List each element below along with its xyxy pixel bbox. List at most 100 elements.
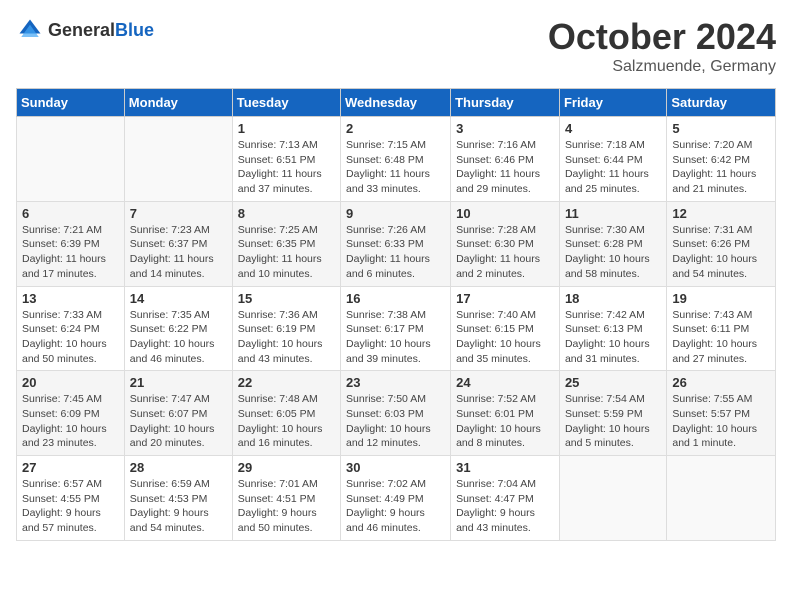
day-number: 9 — [346, 206, 445, 221]
month-title: October 2024 — [548, 16, 776, 58]
calendar-cell: 8 Sunrise: 7:25 AMSunset: 6:35 PMDaylight… — [232, 201, 340, 286]
day-number: 11 — [565, 206, 661, 221]
calendar-cell: 29 Sunrise: 7:01 AMSunset: 4:51 PMDayligh… — [232, 456, 340, 541]
header-day-tuesday: Tuesday — [232, 89, 340, 117]
day-number: 19 — [672, 291, 770, 306]
header-day-saturday: Saturday — [667, 89, 776, 117]
calendar-cell — [124, 117, 232, 202]
calendar-cell: 28Sunrise: 6:59 AMSunset: 4:53 PMDayligh… — [124, 456, 232, 541]
day-number: 10 — [456, 206, 554, 221]
calendar-cell: 15Sunrise: 7:36 AMSunset: 6:19 PMDayligh… — [232, 286, 340, 371]
day-info: Sunrise: 7:33 AMSunset: 6:24 PMDaylight:… — [22, 308, 119, 367]
location-title: Salzmuende, Germany — [548, 58, 776, 76]
day-number: 26 — [672, 375, 770, 390]
day-info: Sunrise: 7:16 AMSunset: 6:46 PMDaylight:… — [456, 138, 554, 197]
day-info: Sunrise: 7:28 AMSunset: 6:30 PMDaylight:… — [456, 223, 554, 282]
calendar-cell: 16 Sunrise: 7:38 AMSunset: 6:17 PMDayligh… — [341, 286, 451, 371]
day-info: Sunrise: 7:55 AMSunset: 5:57 PMDaylight:… — [672, 392, 770, 451]
day-info: Sunrise: 7:15 AMSunset: 6:48 PMDaylight:… — [346, 138, 445, 197]
day-number: 28 — [130, 460, 227, 475]
day-info: Sunrise: 7:25 AMSunset: 6:35 PMDaylight:… — [238, 223, 335, 282]
day-info: Sunrise: 7:31 AMSunset: 6:26 PMDaylight:… — [672, 223, 770, 282]
day-number: 14 — [130, 291, 227, 306]
day-info: Sunrise: 7:26 AMSunset: 6:33 PMDaylight:… — [346, 223, 445, 282]
day-number: 29 — [238, 460, 335, 475]
day-number: 18 — [565, 291, 661, 306]
day-info: Sunrise: 7:18 AMSunset: 6:44 PMDaylight:… — [565, 138, 661, 197]
calendar-cell: 27Sunrise: 6:57 AMSunset: 4:55 PMDayligh… — [17, 456, 125, 541]
header: GeneralBlue October 2024 Salzmuende, Ger… — [16, 16, 776, 76]
calendar-cell: 14 Sunrise: 7:35 AMSunset: 6:22 PMDayligh… — [124, 286, 232, 371]
header-day-friday: Friday — [559, 89, 666, 117]
day-info: Sunrise: 7:02 AMSunset: 4:49 PMDaylight:… — [346, 477, 445, 536]
day-info: Sunrise: 7:43 AMSunset: 6:11 PMDaylight:… — [672, 308, 770, 367]
calendar-cell: 3 Sunrise: 7:16 AMSunset: 6:46 PMDaylight… — [451, 117, 560, 202]
calendar-cell: 23Sunrise: 7:50 AMSunset: 6:03 PMDayligh… — [341, 371, 451, 456]
calendar-cell: 25 Sunrise: 7:54 AMSunset: 5:59 PMDayligh… — [559, 371, 666, 456]
calendar-cell: 19 Sunrise: 7:43 AMSunset: 6:11 PMDayligh… — [667, 286, 776, 371]
header-row: SundayMondayTuesdayWednesdayThursdayFrid… — [17, 89, 776, 117]
week-row-3: 13Sunrise: 7:33 AMSunset: 6:24 PMDayligh… — [17, 286, 776, 371]
calendar-cell: 13Sunrise: 7:33 AMSunset: 6:24 PMDayligh… — [17, 286, 125, 371]
header-day-wednesday: Wednesday — [341, 89, 451, 117]
calendar-cell: 18 Sunrise: 7:42 AMSunset: 6:13 PMDayligh… — [559, 286, 666, 371]
day-info: Sunrise: 7:45 AMSunset: 6:09 PMDaylight:… — [22, 392, 119, 451]
header-day-monday: Monday — [124, 89, 232, 117]
day-number: 31 — [456, 460, 554, 475]
calendar-cell: 2 Sunrise: 7:15 AMSunset: 6:48 PMDaylight… — [341, 117, 451, 202]
day-number: 23 — [346, 375, 445, 390]
day-number: 16 — [346, 291, 445, 306]
week-row-5: 27Sunrise: 6:57 AMSunset: 4:55 PMDayligh… — [17, 456, 776, 541]
week-row-1: 1Sunrise: 7:13 AMSunset: 6:51 PMDaylight… — [17, 117, 776, 202]
day-info: Sunrise: 7:38 AMSunset: 6:17 PMDaylight:… — [346, 308, 445, 367]
day-number: 4 — [565, 121, 661, 136]
day-info: Sunrise: 7:01 AMSunset: 4:51 PMDaylight:… — [238, 477, 335, 536]
calendar-cell: 17Sunrise: 7:40 AMSunset: 6:15 PMDayligh… — [451, 286, 560, 371]
calendar-cell: 6 Sunrise: 7:21 AMSunset: 6:39 PMDaylight… — [17, 201, 125, 286]
calendar-cell: 31 Sunrise: 7:04 AMSunset: 4:47 PMDayligh… — [451, 456, 560, 541]
day-info: Sunrise: 7:36 AMSunset: 6:19 PMDaylight:… — [238, 308, 335, 367]
calendar-cell: 21 Sunrise: 7:47 AMSunset: 6:07 PMDayligh… — [124, 371, 232, 456]
day-info: Sunrise: 7:04 AMSunset: 4:47 PMDaylight:… — [456, 477, 554, 536]
day-info: Sunrise: 7:52 AMSunset: 6:01 PMDaylight:… — [456, 392, 554, 451]
day-number: 24 — [456, 375, 554, 390]
day-number: 22 — [238, 375, 335, 390]
day-number: 6 — [22, 206, 119, 221]
calendar-cell: 7 Sunrise: 7:23 AMSunset: 6:37 PMDaylight… — [124, 201, 232, 286]
calendar-cell: 22 Sunrise: 7:48 AMSunset: 6:05 PMDayligh… — [232, 371, 340, 456]
day-info: Sunrise: 7:40 AMSunset: 6:15 PMDaylight:… — [456, 308, 554, 367]
day-info: Sunrise: 7:13 AMSunset: 6:51 PMDaylight:… — [238, 138, 335, 197]
calendar-cell: 4 Sunrise: 7:18 AMSunset: 6:44 PMDaylight… — [559, 117, 666, 202]
title-section: October 2024 Salzmuende, Germany — [548, 16, 776, 76]
day-info: Sunrise: 7:21 AMSunset: 6:39 PMDaylight:… — [22, 223, 119, 282]
day-number: 27 — [22, 460, 119, 475]
calendar-cell: 10 Sunrise: 7:28 AMSunset: 6:30 PMDayligh… — [451, 201, 560, 286]
calendar-cell: 12 Sunrise: 7:31 AMSunset: 6:26 PMDayligh… — [667, 201, 776, 286]
day-number: 7 — [130, 206, 227, 221]
logo-text-general: General — [48, 20, 115, 40]
header-day-sunday: Sunday — [17, 89, 125, 117]
calendar-cell: 9 Sunrise: 7:26 AMSunset: 6:33 PMDaylight… — [341, 201, 451, 286]
calendar-table: SundayMondayTuesdayWednesdayThursdayFrid… — [16, 88, 776, 541]
day-info: Sunrise: 7:48 AMSunset: 6:05 PMDaylight:… — [238, 392, 335, 451]
calendar-cell — [667, 456, 776, 541]
day-number: 12 — [672, 206, 770, 221]
day-number: 2 — [346, 121, 445, 136]
day-info: Sunrise: 7:23 AMSunset: 6:37 PMDaylight:… — [130, 223, 227, 282]
day-info: Sunrise: 7:47 AMSunset: 6:07 PMDaylight:… — [130, 392, 227, 451]
logo-text-blue: Blue — [115, 20, 154, 40]
day-number: 3 — [456, 121, 554, 136]
day-info: Sunrise: 7:20 AMSunset: 6:42 PMDaylight:… — [672, 138, 770, 197]
day-info: Sunrise: 7:54 AMSunset: 5:59 PMDaylight:… — [565, 392, 661, 451]
day-number: 21 — [130, 375, 227, 390]
day-number: 30 — [346, 460, 445, 475]
day-number: 25 — [565, 375, 661, 390]
day-info: Sunrise: 7:30 AMSunset: 6:28 PMDaylight:… — [565, 223, 661, 282]
day-number: 8 — [238, 206, 335, 221]
calendar-cell: 24 Sunrise: 7:52 AMSunset: 6:01 PMDayligh… — [451, 371, 560, 456]
day-number: 5 — [672, 121, 770, 136]
calendar-cell: 20Sunrise: 7:45 AMSunset: 6:09 PMDayligh… — [17, 371, 125, 456]
day-info: Sunrise: 7:42 AMSunset: 6:13 PMDaylight:… — [565, 308, 661, 367]
calendar-cell: 11 Sunrise: 7:30 AMSunset: 6:28 PMDayligh… — [559, 201, 666, 286]
day-info: Sunrise: 7:35 AMSunset: 6:22 PMDaylight:… — [130, 308, 227, 367]
